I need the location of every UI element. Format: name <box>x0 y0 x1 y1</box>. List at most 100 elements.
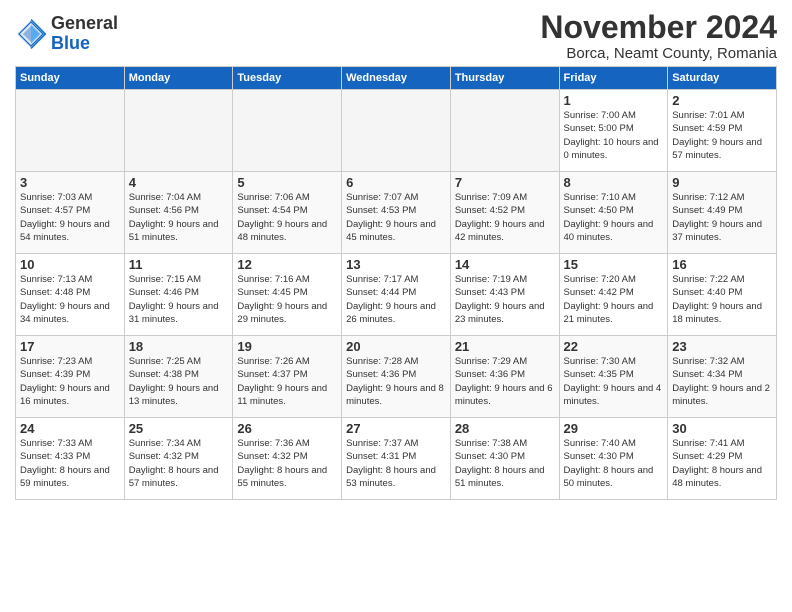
day-number: 11 <box>129 257 229 272</box>
day-number: 3 <box>20 175 120 190</box>
table-row: 2Sunrise: 7:01 AM Sunset: 4:59 PM Daylig… <box>668 90 777 172</box>
header: General Blue November 2024 Borca, Neamt … <box>15 10 777 62</box>
table-row: 3Sunrise: 7:03 AM Sunset: 4:57 PM Daylig… <box>16 172 125 254</box>
day-info: Sunrise: 7:03 AM Sunset: 4:57 PM Dayligh… <box>20 191 120 244</box>
logo: General Blue <box>15 14 118 54</box>
day-info: Sunrise: 7:36 AM Sunset: 4:32 PM Dayligh… <box>237 437 337 490</box>
col-thursday: Thursday <box>450 67 559 90</box>
location-subtitle: Borca, Neamt County, Romania <box>540 45 777 62</box>
col-saturday: Saturday <box>668 67 777 90</box>
logo-icon <box>15 18 47 50</box>
day-number: 17 <box>20 339 120 354</box>
table-row: 13Sunrise: 7:17 AM Sunset: 4:44 PM Dayli… <box>342 254 451 336</box>
day-info: Sunrise: 7:10 AM Sunset: 4:50 PM Dayligh… <box>564 191 664 244</box>
day-info: Sunrise: 7:40 AM Sunset: 4:30 PM Dayligh… <box>564 437 664 490</box>
day-info: Sunrise: 7:26 AM Sunset: 4:37 PM Dayligh… <box>237 355 337 408</box>
calendar-week-row: 10Sunrise: 7:13 AM Sunset: 4:48 PM Dayli… <box>16 254 777 336</box>
day-info: Sunrise: 7:28 AM Sunset: 4:36 PM Dayligh… <box>346 355 446 408</box>
table-row: 5Sunrise: 7:06 AM Sunset: 4:54 PM Daylig… <box>233 172 342 254</box>
day-info: Sunrise: 7:34 AM Sunset: 4:32 PM Dayligh… <box>129 437 229 490</box>
day-number: 16 <box>672 257 772 272</box>
table-row: 1Sunrise: 7:00 AM Sunset: 5:00 PM Daylig… <box>559 90 668 172</box>
day-number: 5 <box>237 175 337 190</box>
day-info: Sunrise: 7:01 AM Sunset: 4:59 PM Dayligh… <box>672 109 772 162</box>
day-info: Sunrise: 7:16 AM Sunset: 4:45 PM Dayligh… <box>237 273 337 326</box>
day-info: Sunrise: 7:07 AM Sunset: 4:53 PM Dayligh… <box>346 191 446 244</box>
table-row <box>342 90 451 172</box>
day-number: 20 <box>346 339 446 354</box>
table-row: 9Sunrise: 7:12 AM Sunset: 4:49 PM Daylig… <box>668 172 777 254</box>
calendar-week-row: 1Sunrise: 7:00 AM Sunset: 5:00 PM Daylig… <box>16 90 777 172</box>
day-info: Sunrise: 7:06 AM Sunset: 4:54 PM Dayligh… <box>237 191 337 244</box>
day-number: 9 <box>672 175 772 190</box>
day-number: 29 <box>564 421 664 436</box>
logo-blue-text: Blue <box>51 34 118 54</box>
table-row: 19Sunrise: 7:26 AM Sunset: 4:37 PM Dayli… <box>233 336 342 418</box>
logo-general-text: General <box>51 14 118 34</box>
logo-text: General Blue <box>51 14 118 54</box>
table-row: 14Sunrise: 7:19 AM Sunset: 4:43 PM Dayli… <box>450 254 559 336</box>
day-number: 2 <box>672 93 772 108</box>
table-row: 4Sunrise: 7:04 AM Sunset: 4:56 PM Daylig… <box>124 172 233 254</box>
day-number: 6 <box>346 175 446 190</box>
day-number: 28 <box>455 421 555 436</box>
day-info: Sunrise: 7:30 AM Sunset: 4:35 PM Dayligh… <box>564 355 664 408</box>
day-number: 30 <box>672 421 772 436</box>
day-info: Sunrise: 7:37 AM Sunset: 4:31 PM Dayligh… <box>346 437 446 490</box>
day-info: Sunrise: 7:17 AM Sunset: 4:44 PM Dayligh… <box>346 273 446 326</box>
day-info: Sunrise: 7:12 AM Sunset: 4:49 PM Dayligh… <box>672 191 772 244</box>
day-number: 1 <box>564 93 664 108</box>
table-row: 16Sunrise: 7:22 AM Sunset: 4:40 PM Dayli… <box>668 254 777 336</box>
table-row: 25Sunrise: 7:34 AM Sunset: 4:32 PM Dayli… <box>124 418 233 500</box>
day-number: 19 <box>237 339 337 354</box>
day-info: Sunrise: 7:38 AM Sunset: 4:30 PM Dayligh… <box>455 437 555 490</box>
day-number: 18 <box>129 339 229 354</box>
table-row: 18Sunrise: 7:25 AM Sunset: 4:38 PM Dayli… <box>124 336 233 418</box>
day-info: Sunrise: 7:09 AM Sunset: 4:52 PM Dayligh… <box>455 191 555 244</box>
table-row: 23Sunrise: 7:32 AM Sunset: 4:34 PM Dayli… <box>668 336 777 418</box>
table-row: 20Sunrise: 7:28 AM Sunset: 4:36 PM Dayli… <box>342 336 451 418</box>
day-number: 25 <box>129 421 229 436</box>
day-info: Sunrise: 7:00 AM Sunset: 5:00 PM Dayligh… <box>564 109 664 162</box>
table-row: 26Sunrise: 7:36 AM Sunset: 4:32 PM Dayli… <box>233 418 342 500</box>
table-row: 10Sunrise: 7:13 AM Sunset: 4:48 PM Dayli… <box>16 254 125 336</box>
day-number: 24 <box>20 421 120 436</box>
table-row: 24Sunrise: 7:33 AM Sunset: 4:33 PM Dayli… <box>16 418 125 500</box>
day-number: 22 <box>564 339 664 354</box>
table-row: 27Sunrise: 7:37 AM Sunset: 4:31 PM Dayli… <box>342 418 451 500</box>
day-number: 7 <box>455 175 555 190</box>
day-number: 14 <box>455 257 555 272</box>
table-row: 22Sunrise: 7:30 AM Sunset: 4:35 PM Dayli… <box>559 336 668 418</box>
day-number: 10 <box>20 257 120 272</box>
day-info: Sunrise: 7:20 AM Sunset: 4:42 PM Dayligh… <box>564 273 664 326</box>
day-info: Sunrise: 7:22 AM Sunset: 4:40 PM Dayligh… <box>672 273 772 326</box>
table-row <box>233 90 342 172</box>
col-sunday: Sunday <box>16 67 125 90</box>
day-number: 8 <box>564 175 664 190</box>
calendar-week-row: 24Sunrise: 7:33 AM Sunset: 4:33 PM Dayli… <box>16 418 777 500</box>
table-row <box>16 90 125 172</box>
col-wednesday: Wednesday <box>342 67 451 90</box>
table-row <box>450 90 559 172</box>
day-number: 26 <box>237 421 337 436</box>
table-row: 30Sunrise: 7:41 AM Sunset: 4:29 PM Dayli… <box>668 418 777 500</box>
day-number: 27 <box>346 421 446 436</box>
day-number: 4 <box>129 175 229 190</box>
table-row: 15Sunrise: 7:20 AM Sunset: 4:42 PM Dayli… <box>559 254 668 336</box>
calendar-header-row: Sunday Monday Tuesday Wednesday Thursday… <box>16 67 777 90</box>
day-info: Sunrise: 7:13 AM Sunset: 4:48 PM Dayligh… <box>20 273 120 326</box>
day-info: Sunrise: 7:23 AM Sunset: 4:39 PM Dayligh… <box>20 355 120 408</box>
day-info: Sunrise: 7:15 AM Sunset: 4:46 PM Dayligh… <box>129 273 229 326</box>
day-info: Sunrise: 7:41 AM Sunset: 4:29 PM Dayligh… <box>672 437 772 490</box>
table-row: 7Sunrise: 7:09 AM Sunset: 4:52 PM Daylig… <box>450 172 559 254</box>
day-info: Sunrise: 7:32 AM Sunset: 4:34 PM Dayligh… <box>672 355 772 408</box>
day-info: Sunrise: 7:19 AM Sunset: 4:43 PM Dayligh… <box>455 273 555 326</box>
day-number: 13 <box>346 257 446 272</box>
table-row <box>124 90 233 172</box>
table-row: 17Sunrise: 7:23 AM Sunset: 4:39 PM Dayli… <box>16 336 125 418</box>
day-info: Sunrise: 7:04 AM Sunset: 4:56 PM Dayligh… <box>129 191 229 244</box>
table-row: 28Sunrise: 7:38 AM Sunset: 4:30 PM Dayli… <box>450 418 559 500</box>
calendar-table: Sunday Monday Tuesday Wednesday Thursday… <box>15 66 777 500</box>
col-friday: Friday <box>559 67 668 90</box>
table-row: 6Sunrise: 7:07 AM Sunset: 4:53 PM Daylig… <box>342 172 451 254</box>
